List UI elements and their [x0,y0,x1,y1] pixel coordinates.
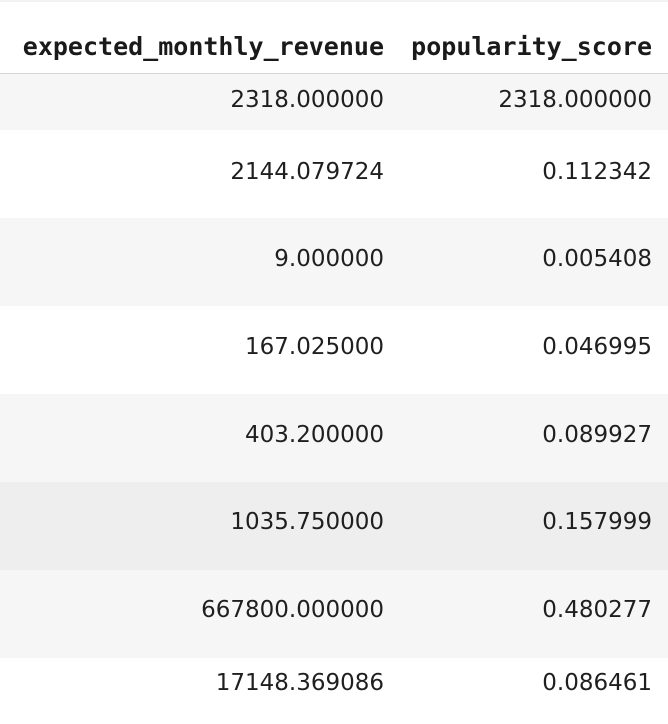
cell-popularity-score: 0.480277 [542,597,652,623]
table-row: 17148.369086 0.086461 [0,658,668,724]
cell-expected-monthly-revenue: 17148.369086 [215,670,384,696]
column-header-popularity-score[interactable]: popularity_score [384,30,652,64]
cell-popularity-score: 0.112342 [542,159,652,185]
column-header-expected-monthly-revenue[interactable]: expected_monthly_revenue [0,30,384,64]
cell-popularity-score: 2318.000000 [498,87,652,113]
table-row: 1035.750000 0.157999 [0,482,668,570]
cell-expected-monthly-revenue: 2318.000000 [230,87,384,113]
table-row: 2318.000000 2318.000000 [0,74,668,130]
cell-popularity-score: 0.089927 [542,422,652,448]
table-row: 2144.079724 0.112342 [0,130,668,218]
table-row: 403.200000 0.089927 [0,394,668,482]
table-row: 167.025000 0.046995 [0,306,668,394]
cell-expected-monthly-revenue: 667800.000000 [201,597,384,623]
cell-popularity-score: 0.157999 [542,509,652,535]
cell-popularity-score: 0.005408 [542,246,652,272]
cell-popularity-score: 0.046995 [542,334,652,360]
table-row: 667800.000000 0.480277 [0,570,668,658]
data-table: expected_monthly_revenue popularity_scor… [0,0,668,724]
table-row: 9.000000 0.005408 [0,218,668,306]
cell-expected-monthly-revenue: 167.025000 [244,334,384,360]
cell-expected-monthly-revenue: 2144.079724 [230,159,384,185]
cell-expected-monthly-revenue: 403.200000 [244,422,384,448]
cell-expected-monthly-revenue: 1035.750000 [230,509,384,535]
cell-expected-monthly-revenue: 9.000000 [274,246,384,272]
cell-popularity-score: 0.086461 [542,670,652,696]
table-header-row: expected_monthly_revenue popularity_scor… [0,0,668,74]
